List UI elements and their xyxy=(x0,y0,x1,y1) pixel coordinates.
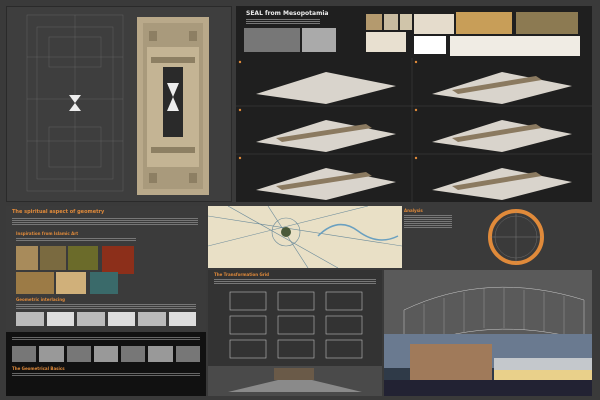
reference-image xyxy=(366,32,406,52)
geometry-panel: The spiritual aspect of geometry Inspira… xyxy=(6,206,206,330)
transformation-grid-title: The Transformation Grid xyxy=(214,272,269,277)
pattern-image xyxy=(40,246,66,270)
plan-drawing-panel xyxy=(6,6,232,202)
ring-diagram xyxy=(488,209,544,265)
basics-text-2 xyxy=(12,372,200,377)
pattern-image xyxy=(90,272,118,294)
islamic-art-heading: Inspiration from Islamic Art xyxy=(16,231,79,236)
pattern-image xyxy=(56,272,86,294)
pattern-image xyxy=(68,246,98,270)
interlacing-heading: Geometric interlacing xyxy=(16,297,65,302)
pattern-strip xyxy=(16,312,196,326)
basics-strip xyxy=(12,346,200,362)
transformation-grid-panel: The Transformation Grid xyxy=(208,270,382,396)
pattern-image xyxy=(16,246,38,270)
building-render xyxy=(384,286,592,396)
seal-panel-title: SEAL from Mesopotamia xyxy=(246,10,329,17)
geometrical-basics-panel: The Geometrical Basics xyxy=(6,332,206,396)
seal-panel: SEAL from Mesopotamia xyxy=(236,6,592,202)
city-map xyxy=(207,205,403,269)
interlacing-text xyxy=(16,303,196,310)
reference-image xyxy=(456,12,512,34)
analysis-title: Analysis xyxy=(404,208,423,213)
pattern-image xyxy=(16,272,54,294)
seal-model xyxy=(137,17,209,195)
reference-image xyxy=(400,14,412,30)
analysis-text xyxy=(404,214,452,229)
city-map-panel xyxy=(207,205,403,269)
geometry-text-block xyxy=(12,217,198,226)
reference-image xyxy=(516,12,578,34)
reference-image xyxy=(384,14,398,30)
reference-image xyxy=(244,28,300,52)
transformation-text xyxy=(214,278,376,285)
reference-image xyxy=(366,14,382,30)
transformation-diagrams xyxy=(236,58,592,202)
basics-title: The Geometrical Basics xyxy=(12,366,65,371)
geometry-panel-title: The spiritual aspect of geometry xyxy=(12,209,105,215)
islamic-art-text xyxy=(16,237,136,242)
reference-image xyxy=(302,28,336,52)
reference-image xyxy=(450,36,580,56)
reference-image xyxy=(414,14,454,34)
analysis-panel: Analysis xyxy=(402,206,592,268)
building-render-panel xyxy=(384,270,592,396)
transformation-grid xyxy=(208,291,382,396)
seal-text-block xyxy=(246,18,320,26)
basics-text xyxy=(12,336,200,341)
reference-image xyxy=(414,36,446,54)
pattern-image xyxy=(102,246,134,274)
plan-drawing xyxy=(26,14,209,195)
